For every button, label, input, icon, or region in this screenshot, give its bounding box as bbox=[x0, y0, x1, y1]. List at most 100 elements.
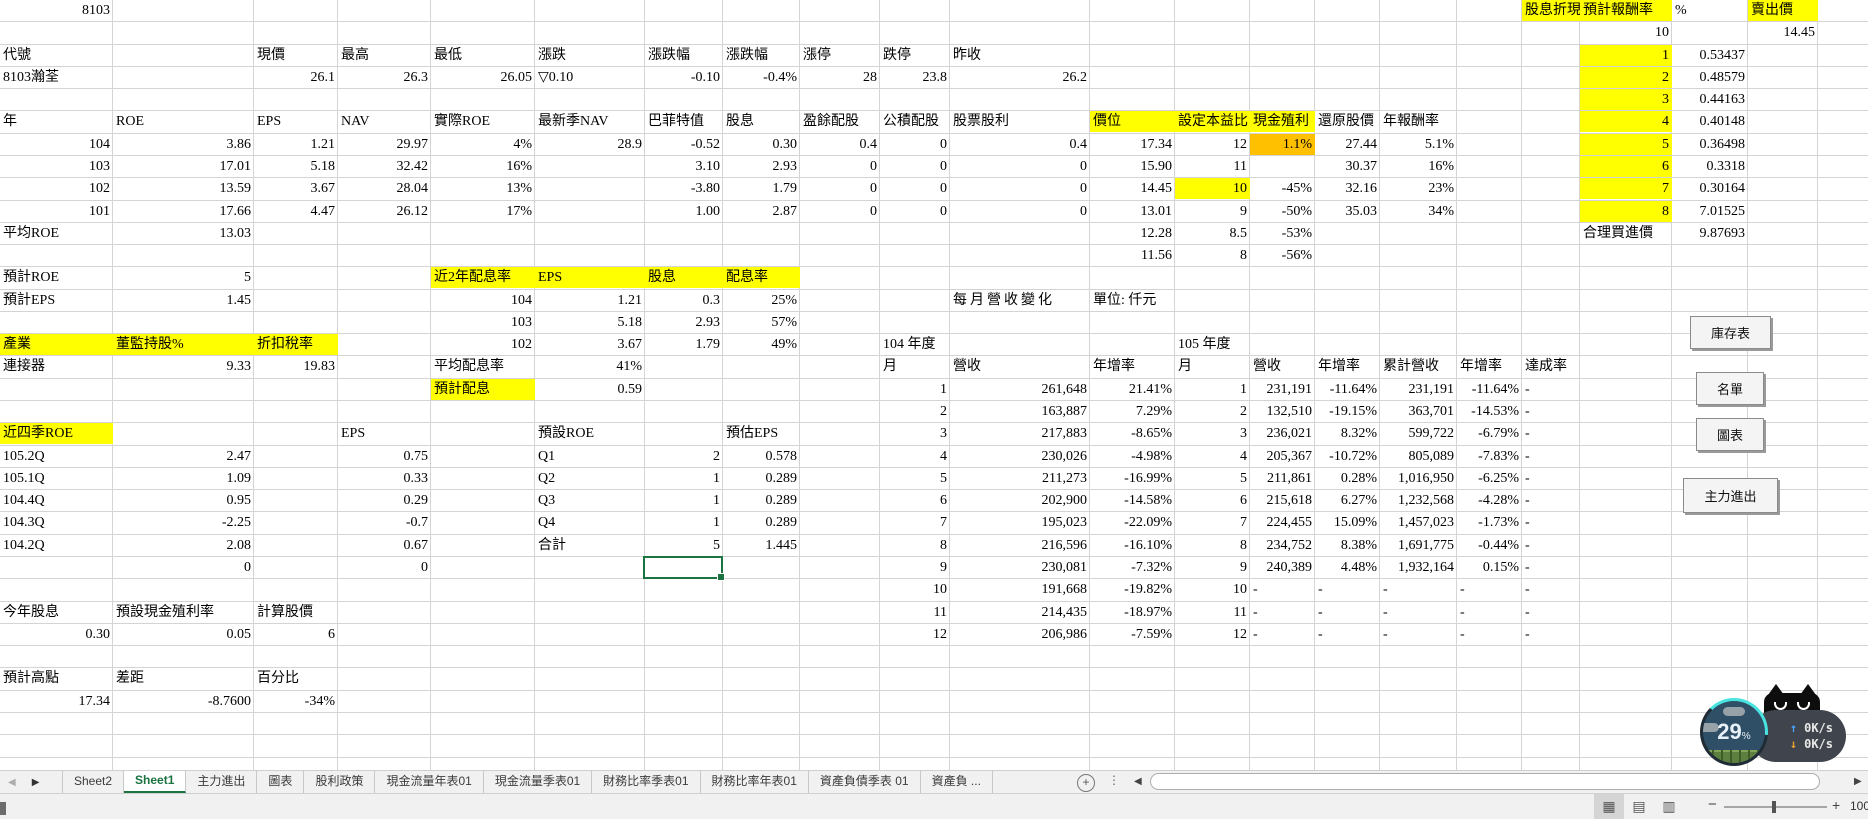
cell[interactable]: 231,191 bbox=[1380, 379, 1457, 400]
network-monitor-widget[interactable]: ↑ 0K/s ↓ 0K/s 29% bbox=[1700, 684, 1848, 768]
cell[interactable]: 102 bbox=[0, 178, 113, 199]
cell[interactable]: 配息率 bbox=[723, 267, 800, 288]
cell[interactable]: 363,701 bbox=[1380, 401, 1457, 422]
cell[interactable]: 41% bbox=[535, 356, 645, 377]
cell[interactable]: 1.00 bbox=[645, 201, 723, 222]
cell[interactable]: - bbox=[1250, 624, 1315, 645]
cell[interactable]: 30.37 bbox=[1315, 156, 1380, 177]
cell[interactable]: 計算股價 bbox=[254, 602, 338, 623]
cell[interactable]: 平均ROE bbox=[0, 223, 113, 244]
cell[interactable]: - bbox=[1522, 512, 1580, 533]
cell[interactable]: 599,722 bbox=[1380, 423, 1457, 444]
cell[interactable]: 0.33 bbox=[338, 468, 431, 489]
cell[interactable]: 0.44163 bbox=[1672, 89, 1748, 110]
cell[interactable]: 12 bbox=[1175, 134, 1250, 155]
cell[interactable]: 104.3Q bbox=[0, 512, 113, 533]
cell[interactable]: 9 bbox=[1175, 201, 1250, 222]
sheet-tab-7[interactable]: 現金流量季表01 bbox=[484, 771, 593, 793]
cell[interactable]: 2.47 bbox=[113, 446, 254, 467]
cell[interactable]: 2 bbox=[645, 446, 723, 467]
cell[interactable]: -7.32% bbox=[1090, 557, 1175, 578]
cell[interactable]: 11 bbox=[1175, 602, 1250, 623]
cell[interactable]: 2 bbox=[880, 401, 950, 422]
cell[interactable]: 5.18 bbox=[535, 312, 645, 333]
cell[interactable]: -0.10 bbox=[645, 67, 723, 88]
cell[interactable]: -56% bbox=[1250, 245, 1315, 266]
cell[interactable]: 104.4Q bbox=[0, 490, 113, 511]
cell[interactable]: 10 bbox=[1175, 579, 1250, 600]
cell[interactable]: 102 bbox=[431, 334, 535, 355]
cell[interactable]: 13% bbox=[431, 178, 535, 199]
cell[interactable]: -4.28% bbox=[1457, 490, 1522, 511]
cell[interactable]: 195,023 bbox=[950, 512, 1090, 533]
cell[interactable]: - bbox=[1522, 579, 1580, 600]
cell[interactable]: 0.30164 bbox=[1672, 178, 1748, 199]
cell[interactable]: 月 bbox=[1175, 356, 1250, 377]
cell[interactable]: - bbox=[1457, 624, 1522, 645]
cell[interactable]: EPS bbox=[535, 267, 645, 288]
cell[interactable]: 1 bbox=[880, 379, 950, 400]
cell[interactable]: 104.2Q bbox=[0, 535, 113, 556]
cell[interactable]: 9.87693 bbox=[1672, 223, 1748, 244]
cell[interactable]: 1,232,568 bbox=[1380, 490, 1457, 511]
cell[interactable]: 211,273 bbox=[950, 468, 1090, 489]
view-page-layout-icon[interactable]: ▤ bbox=[1624, 794, 1654, 819]
zoom-out-button[interactable]: − bbox=[1708, 796, 1717, 813]
cell[interactable]: -18.97% bbox=[1090, 602, 1175, 623]
cell[interactable]: 年增率 bbox=[1090, 356, 1175, 377]
cell[interactable]: - bbox=[1250, 579, 1315, 600]
cell[interactable]: 營收 bbox=[1250, 356, 1315, 377]
zoom-in-button[interactable]: + bbox=[1832, 797, 1840, 813]
cell[interactable]: 10 bbox=[1580, 22, 1672, 43]
cell[interactable]: - bbox=[1522, 490, 1580, 511]
cell[interactable]: 26.05 bbox=[431, 67, 535, 88]
cell[interactable]: 230,026 bbox=[950, 446, 1090, 467]
horizontal-scrollbar-thumb[interactable] bbox=[1150, 773, 1820, 790]
cell[interactable]: -11.64% bbox=[1457, 379, 1522, 400]
cell[interactable]: 49% bbox=[723, 334, 800, 355]
cell[interactable]: 0 bbox=[338, 557, 431, 578]
cell[interactable]: 0.59 bbox=[535, 379, 645, 400]
cell[interactable]: 4 bbox=[1580, 111, 1672, 132]
cell[interactable]: -14.58% bbox=[1090, 490, 1175, 511]
cell[interactable]: 9.33 bbox=[113, 356, 254, 377]
cell[interactable]: 0.289 bbox=[723, 468, 800, 489]
cell[interactable]: 17.01 bbox=[113, 156, 254, 177]
cell[interactable]: 8 bbox=[1175, 535, 1250, 556]
cell[interactable]: 4 bbox=[1175, 446, 1250, 467]
cell[interactable]: -19.82% bbox=[1090, 579, 1175, 600]
cell[interactable]: 13.03 bbox=[113, 223, 254, 244]
cell[interactable]: - bbox=[1522, 468, 1580, 489]
cell[interactable]: 6 bbox=[254, 624, 338, 645]
cell[interactable]: 25% bbox=[723, 290, 800, 311]
sheet-tab-1[interactable]: Sheet2 bbox=[62, 771, 125, 793]
cell[interactable]: 0 bbox=[950, 178, 1090, 199]
cell[interactable]: 代號 bbox=[0, 45, 113, 66]
cell[interactable]: 差距 bbox=[113, 668, 254, 689]
sheet-tab-5[interactable]: 股利政策 bbox=[304, 771, 376, 793]
cell[interactable]: 0 bbox=[950, 201, 1090, 222]
zoom-slider-thumb[interactable] bbox=[1772, 801, 1776, 813]
cell[interactable]: 3 bbox=[880, 423, 950, 444]
cell[interactable]: 23.8 bbox=[880, 67, 950, 88]
sheet-tab-11[interactable]: 資產負 ... bbox=[921, 771, 993, 793]
cell[interactable]: 預設現金殖利率 bbox=[113, 602, 254, 623]
cell[interactable]: - bbox=[1457, 602, 1522, 623]
cell[interactable]: - bbox=[1250, 602, 1315, 623]
cell[interactable]: 10 bbox=[1175, 178, 1250, 199]
cell[interactable]: 3 bbox=[1175, 423, 1250, 444]
cell[interactable]: 1.1% bbox=[1250, 134, 1315, 155]
cell[interactable]: 預設ROE bbox=[535, 423, 645, 444]
cell[interactable]: % bbox=[1672, 0, 1748, 21]
cell[interactable]: 0 bbox=[950, 156, 1090, 177]
cell[interactable]: 9 bbox=[880, 557, 950, 578]
cell[interactable]: 8 bbox=[1580, 201, 1672, 222]
cell[interactable]: ROE bbox=[113, 111, 254, 132]
add-sheet-button[interactable]: + bbox=[1077, 774, 1095, 792]
cell[interactable]: 董監持股% bbox=[113, 334, 254, 355]
cell[interactable]: 0.4 bbox=[950, 134, 1090, 155]
cell[interactable]: -7.83% bbox=[1457, 446, 1522, 467]
cell[interactable]: 5 bbox=[645, 535, 723, 556]
cell[interactable]: 10 bbox=[880, 579, 950, 600]
cell[interactable]: 12 bbox=[880, 624, 950, 645]
